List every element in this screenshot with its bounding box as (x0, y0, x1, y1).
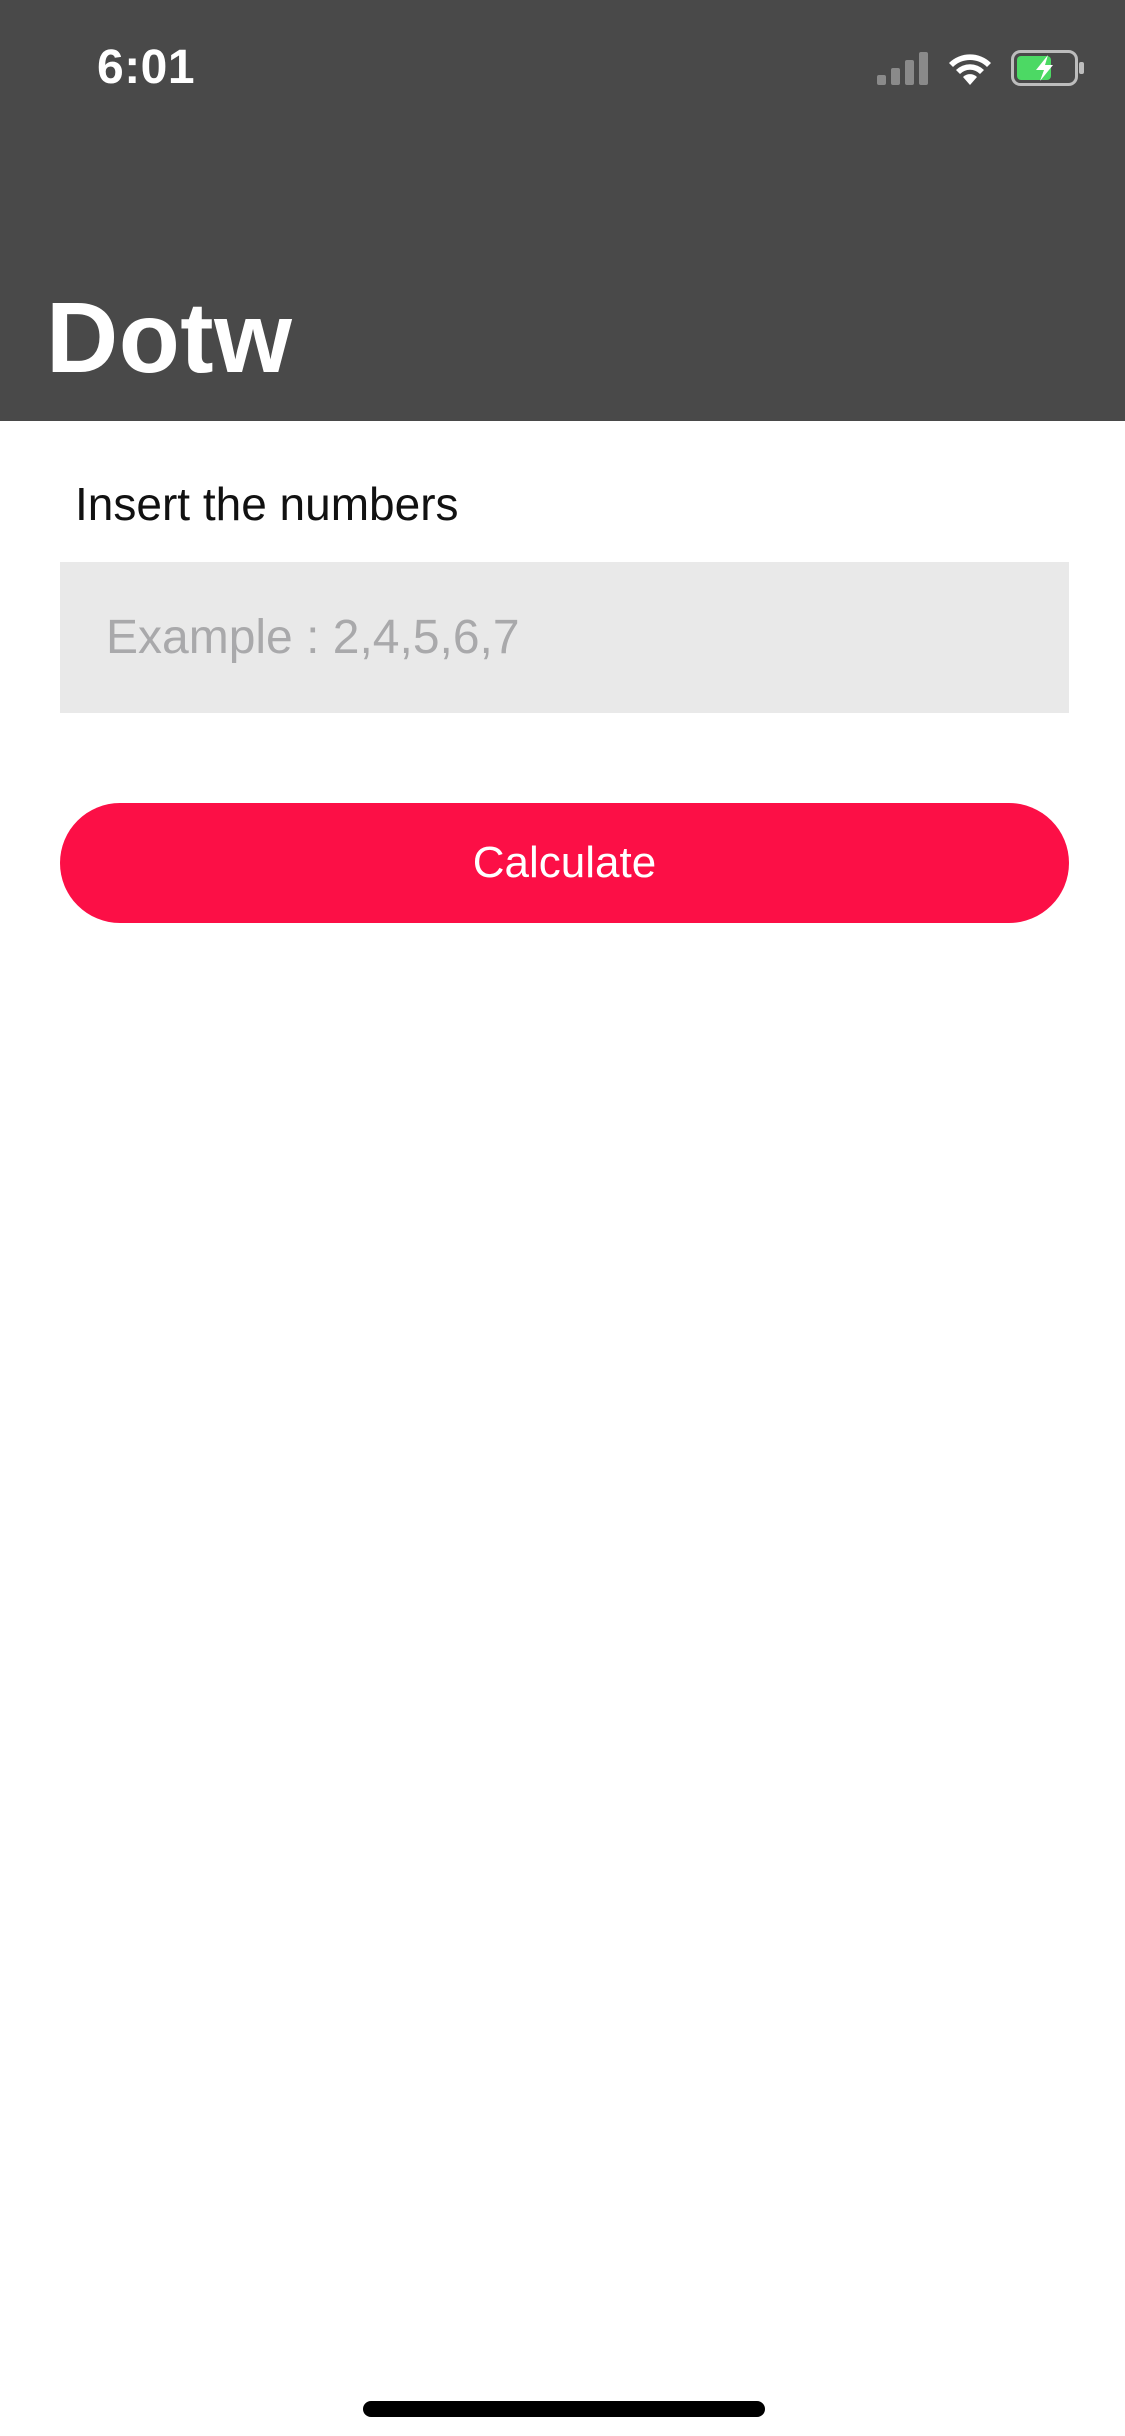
status-bar-icons (877, 48, 1085, 88)
wifi-icon (947, 51, 993, 85)
page-title: Dotw (46, 282, 293, 394)
numbers-field-label: Insert the numbers (75, 478, 459, 530)
navigation-header: 6:01 Dotw (0, 0, 1125, 421)
cellular-signal-icon (877, 51, 929, 85)
calculate-button[interactable]: Calculate (60, 803, 1069, 923)
battery-charging-icon (1011, 50, 1085, 86)
home-indicator[interactable] (363, 2401, 765, 2417)
status-bar-time: 6:01 (97, 41, 196, 94)
numbers-input[interactable] (60, 562, 1069, 713)
app-screen: 6:01 Dotw Insert the numbers Example: 2… (0, 0, 1125, 2436)
